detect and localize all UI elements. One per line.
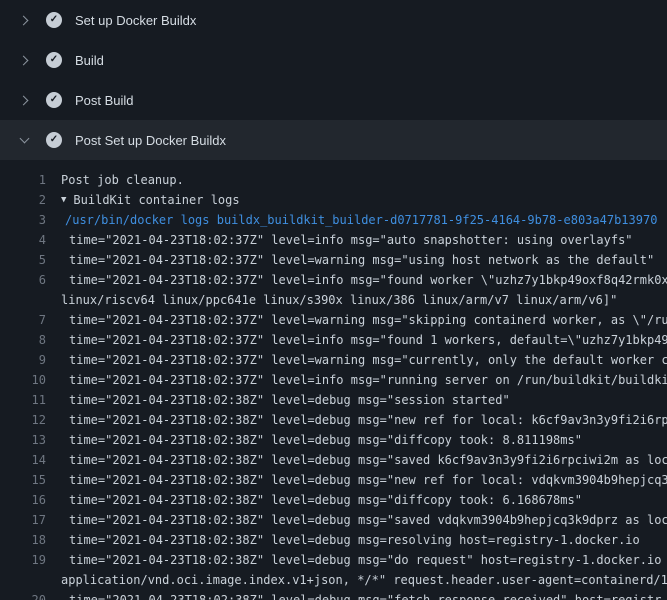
log-group-title: BuildKit container logs xyxy=(73,190,239,210)
step-section-build[interactable]: ✓ Build xyxy=(0,40,667,80)
log-line: 2▼ BuildKit container logs xyxy=(0,190,667,210)
log-line: 3/usr/bin/docker logs buildx_buildkit_bu… xyxy=(0,210,667,230)
line-number[interactable]: 14 xyxy=(0,450,61,470)
line-number[interactable]: 1 xyxy=(0,170,61,190)
line-number[interactable]: 5 xyxy=(0,250,61,270)
line-number xyxy=(0,290,61,310)
log-line: 20time="2021-04-23T18:02:38Z" level=debu… xyxy=(0,590,667,600)
log-text: time="2021-04-23T18:02:37Z" level=warnin… xyxy=(61,310,667,330)
step-section-label: Build xyxy=(75,53,104,68)
line-number[interactable]: 10 xyxy=(0,370,61,390)
line-number[interactable]: 7 xyxy=(0,310,61,330)
log-line: 5time="2021-04-23T18:02:37Z" level=warni… xyxy=(0,250,667,270)
line-number[interactable]: 19 xyxy=(0,550,61,570)
line-number[interactable]: 17 xyxy=(0,510,61,530)
line-number[interactable]: 12 xyxy=(0,410,61,430)
line-number xyxy=(0,570,61,590)
log-text: time="2021-04-23T18:02:37Z" level=info m… xyxy=(61,270,667,290)
log-line: 12time="2021-04-23T18:02:38Z" level=debu… xyxy=(0,410,667,430)
log-line: 14time="2021-04-23T18:02:38Z" level=debu… xyxy=(0,450,667,470)
log-line: 7time="2021-04-23T18:02:37Z" level=warni… xyxy=(0,310,667,330)
actions-log-viewer: ✓ Set up Docker Buildx ✓ Build ✓ Post Build ✓ P… xyxy=(0,0,667,600)
command-text: /usr/bin/docker logs buildx_buildkit_bui… xyxy=(61,210,657,230)
log-text: time="2021-04-23T18:02:38Z" level=debug … xyxy=(61,410,667,430)
line-number[interactable]: 16 xyxy=(0,490,61,510)
log-text: time="2021-04-23T18:02:38Z" level=debug … xyxy=(61,590,661,600)
line-number[interactable]: 18 xyxy=(0,530,61,550)
chevron-right-icon xyxy=(12,57,36,64)
log-area: 1Post job cleanup.2▼ BuildKit container l… xyxy=(0,160,667,600)
line-number[interactable]: 11 xyxy=(0,390,61,410)
step-section-label: Set up Docker Buildx xyxy=(75,13,196,28)
log-text: time="2021-04-23T18:02:37Z" level=info m… xyxy=(61,230,633,250)
log-line: 11time="2021-04-23T18:02:38Z" level=debu… xyxy=(0,390,667,410)
line-number[interactable]: 15 xyxy=(0,470,61,490)
log-text: time="2021-04-23T18:02:37Z" level=warnin… xyxy=(61,250,654,270)
log-text: application/vnd.oci.image.index.v1+json,… xyxy=(61,570,667,590)
line-number[interactable]: 6 xyxy=(0,270,61,290)
log-line: 4time="2021-04-23T18:02:37Z" level=info … xyxy=(0,230,667,250)
step-section-set-up-docker-buildx[interactable]: ✓ Set up Docker Buildx xyxy=(0,0,667,40)
log-text: time="2021-04-23T18:02:37Z" level=info m… xyxy=(61,330,667,350)
log-line-continuation: linux/riscv64 linux/ppc641e linux/s390x … xyxy=(0,290,667,310)
log-line: 16time="2021-04-23T18:02:38Z" level=debu… xyxy=(0,490,667,510)
log-text: time="2021-04-23T18:02:38Z" level=debug … xyxy=(61,530,640,550)
log-text: time="2021-04-23T18:02:38Z" level=debug … xyxy=(61,550,667,570)
step-sections: ✓ Set up Docker Buildx ✓ Build ✓ Post Build ✓ P… xyxy=(0,0,667,160)
log-line: 15time="2021-04-23T18:02:38Z" level=debu… xyxy=(0,470,667,490)
chevron-right-icon xyxy=(12,17,36,24)
log-line: 9time="2021-04-23T18:02:37Z" level=warni… xyxy=(0,350,667,370)
log-line: 1Post job cleanup. xyxy=(0,170,667,190)
log-line-continuation: application/vnd.oci.image.index.v1+json,… xyxy=(0,570,667,590)
line-number[interactable]: 9 xyxy=(0,350,61,370)
chevron-down-icon xyxy=(12,138,36,142)
log-text: time="2021-04-23T18:02:38Z" level=debug … xyxy=(61,510,667,530)
log-line: 6time="2021-04-23T18:02:37Z" level=info … xyxy=(0,270,667,290)
log-text: time="2021-04-23T18:02:38Z" level=debug … xyxy=(61,450,667,470)
group-toggle-icon[interactable]: ▼ xyxy=(61,190,66,210)
line-number[interactable]: 8 xyxy=(0,330,61,350)
log-line: 10time="2021-04-23T18:02:37Z" level=info… xyxy=(0,370,667,390)
line-number[interactable]: 13 xyxy=(0,430,61,450)
log-line: 19time="2021-04-23T18:02:38Z" level=debu… xyxy=(0,550,667,570)
log-line: 13time="2021-04-23T18:02:38Z" level=debu… xyxy=(0,430,667,450)
success-check-icon: ✓ xyxy=(46,52,62,68)
success-check-icon: ✓ xyxy=(46,92,62,108)
log-text: linux/riscv64 linux/ppc641e linux/s390x … xyxy=(61,290,617,310)
line-number[interactable]: 3 xyxy=(0,210,61,230)
line-number[interactable]: 2 xyxy=(0,190,61,210)
log-line: 8time="2021-04-23T18:02:37Z" level=info … xyxy=(0,330,667,350)
step-section-post-set-up-docker-buildx[interactable]: ✓ Post Set up Docker Buildx xyxy=(0,120,667,160)
success-check-icon: ✓ xyxy=(46,12,62,28)
log-text: time="2021-04-23T18:02:37Z" level=info m… xyxy=(61,370,667,390)
chevron-right-icon xyxy=(12,97,36,104)
log-line: 17time="2021-04-23T18:02:38Z" level=debu… xyxy=(0,510,667,530)
step-section-label: Post Build xyxy=(75,93,134,108)
line-number[interactable]: 4 xyxy=(0,230,61,250)
log-text: time="2021-04-23T18:02:38Z" level=debug … xyxy=(61,470,667,490)
step-section-label: Post Set up Docker Buildx xyxy=(75,133,226,148)
line-number[interactable]: 20 xyxy=(0,590,61,600)
log-text: time="2021-04-23T18:02:38Z" level=debug … xyxy=(61,390,510,410)
log-text: time="2021-04-23T18:02:37Z" level=warnin… xyxy=(61,350,667,370)
success-check-icon: ✓ xyxy=(46,132,62,148)
step-section-post-build[interactable]: ✓ Post Build xyxy=(0,80,667,120)
log-text: time="2021-04-23T18:02:38Z" level=debug … xyxy=(61,490,582,510)
log-line: 18time="2021-04-23T18:02:38Z" level=debu… xyxy=(0,530,667,550)
log-text: Post job cleanup. xyxy=(61,170,184,190)
log-text: time="2021-04-23T18:02:38Z" level=debug … xyxy=(61,430,582,450)
